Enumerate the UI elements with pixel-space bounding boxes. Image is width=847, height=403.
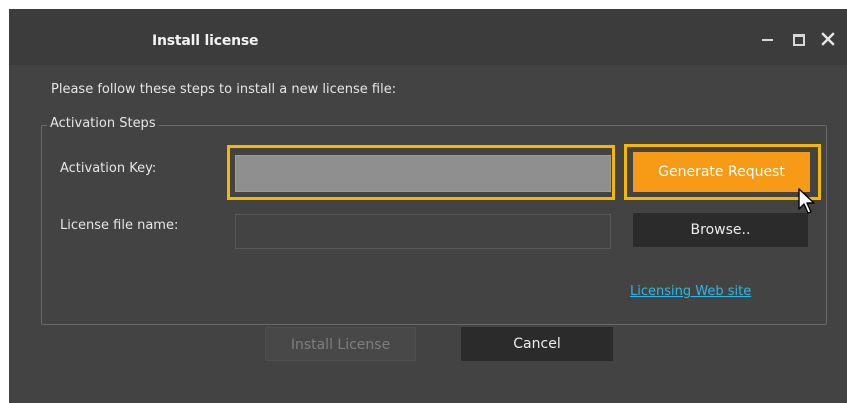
close-icon[interactable] xyxy=(821,31,835,46)
activation-key-input[interactable] xyxy=(235,155,611,192)
mouse-cursor-icon xyxy=(798,188,816,218)
activation-key-label: Activation Key: xyxy=(60,161,157,176)
minimize-icon[interactable] xyxy=(761,31,775,45)
window-title: Install license xyxy=(152,33,259,49)
browse-button[interactable]: Browse.. xyxy=(633,213,808,247)
title-bar[interactable]: Install license xyxy=(9,9,847,65)
activation-steps-title: Activation Steps xyxy=(47,116,159,131)
generate-request-button[interactable]: Generate Request xyxy=(633,152,810,192)
maximize-icon[interactable] xyxy=(792,31,806,46)
license-file-input[interactable] xyxy=(235,214,611,249)
license-file-label: License file name: xyxy=(60,218,179,233)
instructions-text: Please follow these steps to install a n… xyxy=(51,82,397,97)
licensing-website-link[interactable]: Licensing Web site xyxy=(630,284,751,299)
cancel-button[interactable]: Cancel xyxy=(461,327,613,361)
install-license-dialog: Install license Please follow these step… xyxy=(9,9,847,403)
install-license-button[interactable]: Install License xyxy=(265,327,416,361)
